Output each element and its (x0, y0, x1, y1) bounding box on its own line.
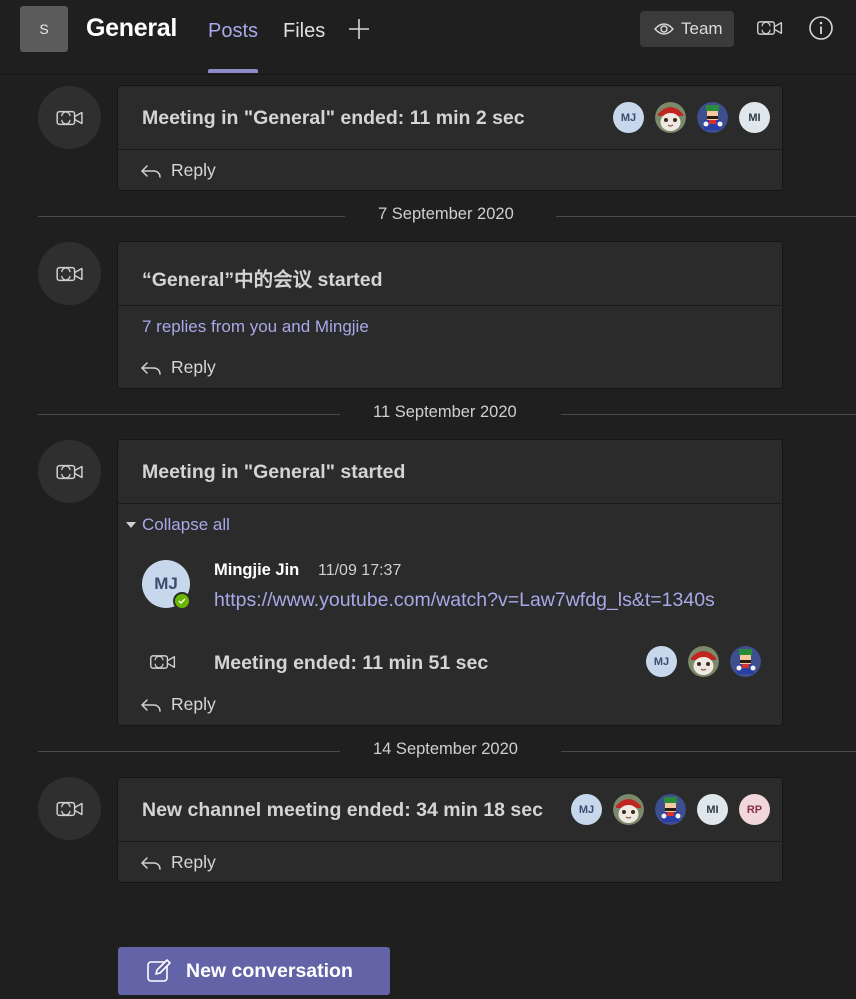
card-header: Meeting in "General" started (118, 440, 782, 504)
compose-icon (147, 959, 171, 982)
participant-avatars: MJ MI RP (571, 794, 770, 825)
divider-line (561, 414, 856, 415)
add-icon[interactable] (347, 17, 371, 41)
meeting-icon (149, 651, 177, 678)
presence-available-icon (173, 592, 191, 610)
divider-line (38, 414, 340, 415)
conversation-title: “General”中的会议 started (142, 269, 383, 291)
reply-icon (140, 360, 162, 376)
reply-icon (140, 163, 162, 179)
team-avatar-letter: S (39, 21, 49, 37)
card-header: New channel meeting ended: 34 min 18 sec… (118, 778, 782, 842)
divider-line (38, 216, 345, 217)
avatar[interactable]: MI (697, 794, 728, 825)
reply-icon (140, 697, 162, 713)
reply-label: Reply (171, 357, 216, 377)
date-divider: 14 September 2020 (38, 740, 856, 762)
card-header: “General”中的会议 started (118, 242, 782, 306)
message-link[interactable]: https://www.youtube.com/watch?v=Law7wfdg… (214, 589, 715, 612)
conversation-title: Meeting in "General" started (142, 461, 406, 483)
meeting-icon (38, 440, 101, 503)
replies-summary-link[interactable]: 7 replies from you and Mingjie (142, 317, 369, 337)
mario-avatar-icon[interactable] (655, 794, 686, 825)
conversation-title: New channel meeting ended: 34 min 18 sec (142, 799, 543, 821)
avatar[interactable]: MJ (613, 102, 644, 133)
cat-avatar-icon[interactable] (688, 646, 719, 677)
message-timestamp: 11/09 17:37 (318, 562, 402, 579)
reply-button[interactable]: Reply (140, 357, 216, 378)
reply-label: Reply (171, 694, 216, 714)
reply-icon (140, 855, 162, 871)
divider-line (38, 751, 340, 752)
conversation-card: Meeting in "General" ended: 11 min 2 sec… (117, 85, 783, 191)
tab-posts[interactable]: Posts (208, 20, 258, 43)
date-label: 14 September 2020 (373, 740, 518, 758)
participant-avatars: MJ (646, 646, 761, 677)
team-avatar[interactable]: S (20, 6, 68, 52)
card-header: Meeting in "General" ended: 11 min 2 sec… (118, 86, 782, 150)
meeting-ended-text: Meeting ended: 11 min 51 sec (214, 652, 489, 674)
cat-avatar-icon[interactable] (613, 794, 644, 825)
channel-name: General (86, 14, 178, 42)
mario-avatar-icon[interactable] (697, 102, 728, 133)
divider-line (556, 216, 856, 217)
mario-avatar-icon[interactable] (730, 646, 761, 677)
conversation-title: Meeting in "General" ended: 11 min 2 sec (142, 107, 525, 129)
active-tab-indicator (208, 69, 258, 73)
reply-button[interactable]: Reply (140, 852, 216, 873)
conversation-card: “General”中的会议 started 7 replies from you… (117, 241, 783, 389)
team-button-label: Team (681, 19, 723, 38)
info-icon[interactable] (807, 14, 835, 42)
conversation-card: Meeting in "General" started Collapse al… (117, 439, 783, 726)
new-conversation-button[interactable]: New conversation (118, 947, 390, 995)
video-call-icon[interactable] (756, 14, 784, 42)
reply-label: Reply (171, 160, 216, 180)
avatar[interactable]: MJ (571, 794, 602, 825)
message-author[interactable]: Mingjie Jin (214, 561, 299, 580)
reply-label: Reply (171, 852, 216, 872)
conversation-card: New channel meeting ended: 34 min 18 sec… (117, 777, 783, 883)
caret-down-icon (126, 522, 136, 528)
meeting-icon (38, 242, 101, 305)
date-divider: 7 September 2020 (38, 205, 856, 227)
collapse-all-label: Collapse all (142, 515, 230, 534)
tab-files[interactable]: Files (283, 20, 325, 43)
new-conversation-label: New conversation (186, 959, 353, 982)
date-label: 7 September 2020 (378, 205, 514, 223)
meeting-icon (38, 777, 101, 840)
cat-avatar-icon[interactable] (655, 102, 686, 133)
reply-button[interactable]: Reply (140, 694, 216, 715)
avatar[interactable]: RP (739, 794, 770, 825)
divider-line (561, 751, 856, 752)
avatar[interactable]: MI (739, 102, 770, 133)
date-label: 11 September 2020 (373, 403, 517, 421)
eye-icon (654, 22, 674, 36)
team-button[interactable]: Team (640, 11, 734, 47)
author-avatar[interactable]: MJ (142, 560, 191, 610)
meeting-icon (38, 86, 101, 149)
participant-avatars: MJ MI (613, 102, 770, 133)
collapse-all-button[interactable]: Collapse all (126, 515, 230, 535)
reply-button[interactable]: Reply (140, 160, 216, 181)
avatar[interactable]: MJ (646, 646, 677, 677)
date-divider: 11 September 2020 (38, 403, 856, 425)
